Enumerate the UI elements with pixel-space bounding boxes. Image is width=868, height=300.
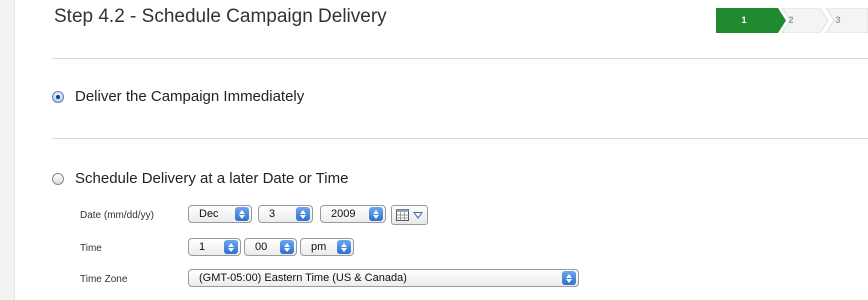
timezone-select[interactable]: (GMT-05:00) Eastern Time (US & Canada) [188,269,579,287]
year-stepper-icon [369,207,383,221]
immediate-label: Deliver the Campaign Immediately [75,88,305,105]
year-select[interactable]: 2009 [320,205,386,223]
timezone-stepper-icon [562,271,576,285]
month-value: Dec [199,208,219,220]
step-2: 2 [788,15,794,25]
month-select[interactable]: Dec [188,205,252,223]
triangle-down-icon [413,212,423,219]
timezone-value: (GMT-05:00) Eastern Time (US & Canada) [199,272,407,284]
timezone-label: Time Zone [80,274,128,285]
day-stepper-icon [296,207,310,221]
date-label: Date (mm/dd/yy) [80,210,154,221]
time-label: Time [80,243,102,254]
divider-top [52,58,868,59]
minute-value: 00 [255,241,268,253]
hour-stepper-icon [224,240,238,254]
radio-schedule[interactable] [52,172,64,185]
step-1: 1 [741,15,747,25]
calendar-button[interactable] [391,205,428,225]
month-stepper-icon [235,207,249,221]
step-3: 3 [835,15,841,25]
ampm-value: pm [311,241,327,253]
minute-select[interactable]: 00 [244,238,297,256]
option-schedule-later[interactable]: Schedule Delivery at a later Date or Tim… [52,170,348,187]
ampm-stepper-icon [337,240,351,254]
option-deliver-immediately[interactable]: Deliver the Campaign Immediately [52,88,304,105]
page-title: Step 4.2 - Schedule Campaign Delivery [54,6,387,27]
radio-immediate[interactable] [52,90,64,103]
day-select[interactable]: 3 [258,205,313,223]
ampm-select[interactable]: pm [300,238,354,256]
left-rail [0,0,15,300]
hour-select[interactable]: 1 [188,238,241,256]
year-value: 2009 [331,208,356,220]
divider-middle [52,138,868,139]
schedule-label: Schedule Delivery at a later Date or Tim… [75,170,349,187]
day-value: 3 [269,208,276,220]
minute-stepper-icon [280,240,294,254]
hour-value: 1 [199,241,206,253]
calendar-icon [396,209,409,221]
